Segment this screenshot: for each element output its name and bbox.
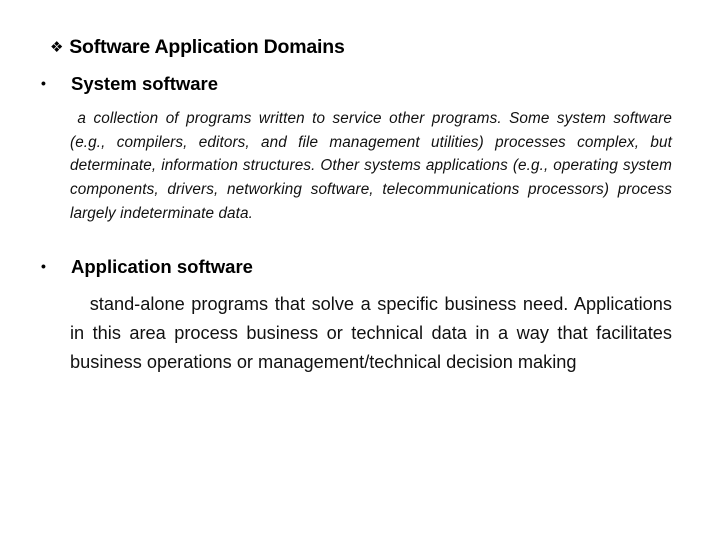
slide-title-text: Software Application Domains	[69, 36, 345, 58]
section-heading-application-software: • Application software	[40, 256, 253, 278]
section-heading-system-software: • System software	[40, 73, 218, 95]
bullet-dot-icon: •	[41, 258, 46, 274]
slide-title: ❖ Software Application Domains	[50, 36, 345, 59]
section-body-application-software: stand-alone programs that solve a specif…	[70, 294, 672, 372]
section-heading-text: System software	[71, 73, 219, 94]
bullet-dot-icon: •	[41, 75, 46, 91]
section-body-system-software: a collection of programs written to serv…	[70, 110, 672, 222]
diamond-bullet-icon: ❖	[50, 39, 64, 56]
section-heading-text: Application software	[71, 256, 253, 277]
